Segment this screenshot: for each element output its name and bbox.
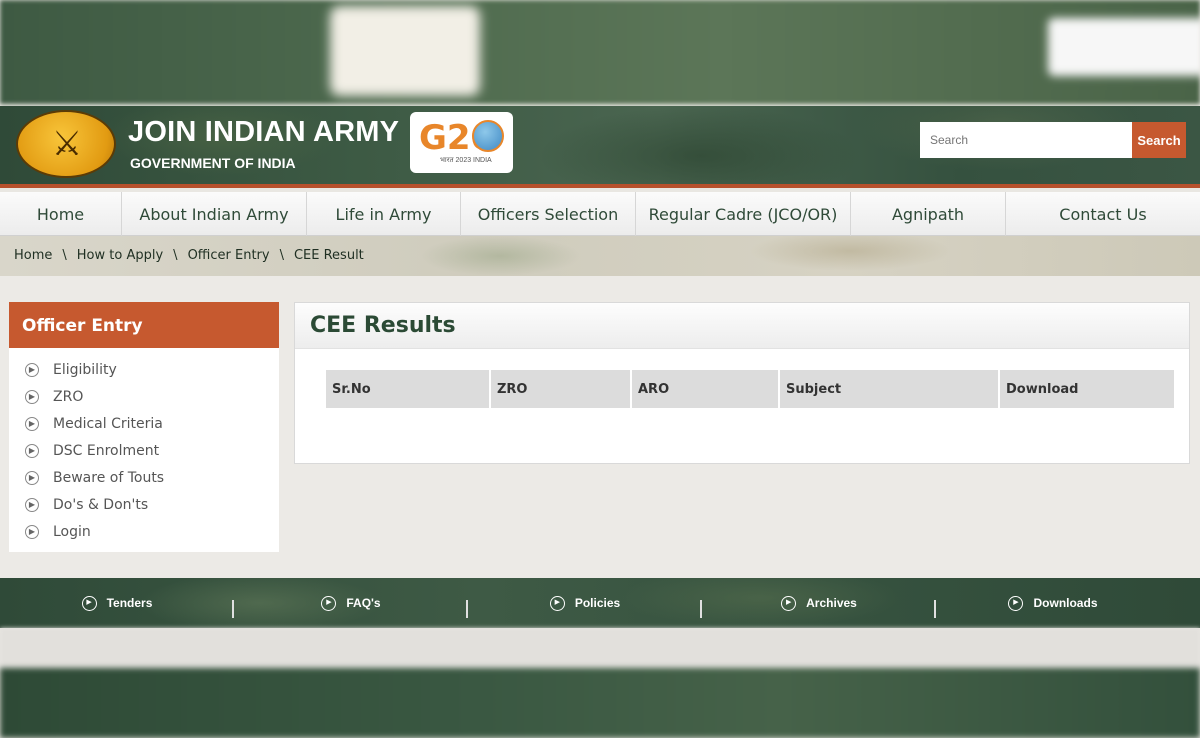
footer-links-bar: ▶ Tenders ▶ FAQ's ▶ Policies ▶ Archives ▶ Dow… xyxy=(0,578,1200,628)
chevron-right-icon: ▶ xyxy=(25,443,39,458)
breadcrumb-separator: \ xyxy=(62,248,67,263)
sidebar-list: ▶ Eligibility ▶ ZRO ▶ Medical Criteria ▶ DSC… xyxy=(9,348,279,545)
sidebar: Officer Entry ▶ Eligibility ▶ ZRO ▶ Medical… xyxy=(9,302,279,552)
column-header-aro: ARO xyxy=(631,370,780,408)
site-subtitle: GOVERNMENT OF INDIA xyxy=(130,155,296,171)
sidebar-item-zro[interactable]: ▶ ZRO xyxy=(9,383,279,410)
breadcrumb-separator: \ xyxy=(279,248,284,263)
blurred-background-bottom xyxy=(0,668,1200,738)
results-table: Sr.No ZRO ARO Subject Download xyxy=(326,370,1174,408)
sidebar-item-dos-and-donts[interactable]: ▶ Do's & Don'ts xyxy=(9,491,279,518)
sidebar-item-label: Login xyxy=(53,523,91,540)
breadcrumb-officer-entry[interactable]: Officer Entry xyxy=(188,248,270,263)
footer-link-tenders[interactable]: ▶ Tenders xyxy=(0,595,234,618)
chevron-right-icon: ▶ xyxy=(25,416,39,431)
footer-link-label: Policies xyxy=(574,596,621,610)
column-header-zro: ZRO xyxy=(490,370,632,408)
blurred-logo-ghost xyxy=(330,6,480,96)
table-header-row: Sr.No ZRO ARO Subject Download xyxy=(326,370,1174,408)
footer-link-faqs[interactable]: ▶ FAQ's xyxy=(234,595,468,618)
breadcrumb-separator: \ xyxy=(173,248,178,263)
sidebar-item-label: Eligibility xyxy=(53,361,117,378)
blurred-background-gap xyxy=(0,628,1200,670)
search-input[interactable] xyxy=(920,122,1132,158)
breadcrumb: Home \ How to Apply \ Officer Entry \ CEE Resu… xyxy=(14,248,368,263)
footer-link-downloads[interactable]: ▶ Downloads xyxy=(936,595,1170,611)
footer-link-label: FAQ's xyxy=(346,596,381,610)
sidebar-item-eligibility[interactable]: ▶ Eligibility xyxy=(9,356,279,383)
g20-logo: G20 भारत 2023 INDIA xyxy=(410,112,513,173)
chevron-right-icon: ▶ xyxy=(81,595,97,611)
chevron-right-icon: ▶ xyxy=(549,595,565,611)
nav-item-regular-cadre[interactable]: Regular Cadre (JCO/OR) xyxy=(636,192,851,236)
search-button[interactable]: Search xyxy=(1132,122,1186,158)
blurred-search-ghost xyxy=(1048,18,1200,76)
sidebar-heading: Officer Entry xyxy=(9,302,279,348)
footer-link-label: Downloads xyxy=(1033,596,1098,610)
sidebar-item-label: Do's & Don'ts xyxy=(53,496,149,513)
sidebar-item-login[interactable]: ▶ Login xyxy=(9,518,279,545)
cee-results-panel: CEE Results Sr.No ZRO ARO Subject Downlo… xyxy=(294,302,1190,464)
main-nav: Home About Indian Army Life in Army Offi… xyxy=(0,192,1200,236)
footer-link-label: Tenders xyxy=(106,596,153,610)
sidebar-item-beware-of-touts[interactable]: ▶ Beware of Touts xyxy=(9,464,279,491)
breadcrumb-cee-result: CEE Result xyxy=(293,248,364,263)
nav-item-home[interactable]: Home xyxy=(0,192,122,236)
chevron-right-icon: ▶ xyxy=(25,497,39,512)
nav-item-officers-selection[interactable]: Officers Selection xyxy=(461,192,636,236)
nav-item-life-in-army[interactable]: Life in Army xyxy=(307,192,461,236)
chevron-right-icon: ▶ xyxy=(25,389,39,404)
site-header: ⚔ JOIN INDIAN ARMY GOVERNMENT OF INDIA G… xyxy=(0,106,1200,188)
site-title[interactable]: JOIN INDIAN ARMY xyxy=(128,116,399,149)
g20-tagline: भारत 2023 INDIA xyxy=(440,157,492,164)
main-content: Officer Entry ▶ Eligibility ▶ ZRO ▶ Medical… xyxy=(0,276,1200,578)
footer-link-label: Archives xyxy=(806,596,857,610)
footer-link-archives[interactable]: ▶ Archives xyxy=(702,595,936,618)
sidebar-item-dsc-enrolment[interactable]: ▶ DSC Enrolment xyxy=(9,437,279,464)
chevron-right-icon: ▶ xyxy=(1008,595,1024,611)
page-title: CEE Results xyxy=(295,303,1189,349)
column-header-download: Download xyxy=(999,370,1174,408)
column-header-sr-no: Sr.No xyxy=(326,370,491,408)
nav-item-agnipath[interactable]: Agnipath xyxy=(851,192,1006,236)
sidebar-item-label: Beware of Touts xyxy=(53,469,165,486)
globe-icon xyxy=(472,120,504,152)
breadcrumb-how-to-apply[interactable]: How to Apply xyxy=(77,248,163,263)
breadcrumb-band: Home \ How to Apply \ Officer Entry \ CEE Resu… xyxy=(0,236,1200,276)
blurred-background-top xyxy=(0,0,1200,104)
nav-item-contact-us[interactable]: Contact Us xyxy=(1006,192,1200,236)
footer-link-policies[interactable]: ▶ Policies xyxy=(468,595,702,618)
column-header-subject: Subject xyxy=(779,370,1000,408)
chevron-right-icon: ▶ xyxy=(781,595,797,611)
sidebar-item-label: ZRO xyxy=(53,388,84,405)
chevron-right-icon: ▶ xyxy=(321,595,337,611)
breadcrumb-home[interactable]: Home xyxy=(14,248,52,263)
army-emblem-icon[interactable]: ⚔ xyxy=(16,110,116,178)
lion-capital-icon: ⚔ xyxy=(51,125,83,163)
sidebar-item-label: DSC Enrolment xyxy=(53,442,160,459)
sidebar-item-label: Medical Criteria xyxy=(53,415,163,432)
sidebar-item-medical-criteria[interactable]: ▶ Medical Criteria xyxy=(9,410,279,437)
chevron-right-icon: ▶ xyxy=(25,524,39,539)
nav-item-about-indian-army[interactable]: About Indian Army xyxy=(122,192,307,236)
chevron-right-icon: ▶ xyxy=(25,362,39,377)
chevron-right-icon: ▶ xyxy=(25,470,39,485)
